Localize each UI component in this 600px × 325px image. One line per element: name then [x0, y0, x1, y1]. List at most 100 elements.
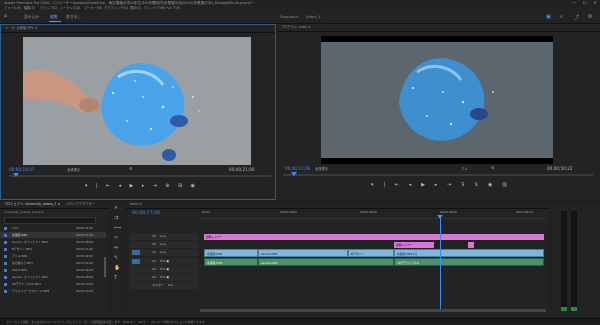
adjustment-layer-clip-2[interactable]: 調整レイヤー: [394, 242, 434, 248]
video-clip[interactable]: Ascent.MP4: [258, 249, 348, 257]
track-header-a3[interactable]: A3 M S ●: [130, 274, 198, 281]
source-transport: ▾ | ⇤ ◂ ▶ ▸ ⇥ ⊕ ⊞ ◉: [85, 183, 195, 191]
prog-step-back-icon[interactable]: ◂: [409, 182, 412, 190]
overwrite-icon[interactable]: ⊞: [178, 183, 182, 191]
list-item[interactable]: 3DCG.MP4 00;00;06;00: [0, 267, 106, 273]
video-tab[interactable]: Video_1: [306, 11, 321, 23]
track-header-master[interactable]: マスター 0.0: [130, 282, 198, 289]
program-quality-select[interactable]: フル: [461, 166, 468, 171]
list-item[interactable]: 水風船.MP4 00;00;21;00: [0, 232, 106, 238]
insert-icon[interactable]: ⊕: [165, 183, 169, 191]
go-to-in-icon[interactable]: ⇤: [106, 183, 110, 191]
track-header-v2[interactable]: V2 ⊟ ◎: [130, 241, 198, 248]
water-balloon-frame: [23, 37, 251, 165]
workspace-tab-export[interactable]: 書き出し: [66, 11, 81, 23]
selection-tool-icon[interactable]: ➤: [114, 205, 118, 211]
list-item[interactable]: Ascent...オブジェクト.MP4 00;00;08;00: [0, 239, 106, 245]
list-item[interactable]: アニメ.MP4 00;00;09;00: [0, 253, 106, 259]
prog-go-to-out-icon[interactable]: ⇥: [447, 182, 451, 190]
play-icon[interactable]: ▶: [130, 183, 134, 191]
adjustment-marker-clip[interactable]: [468, 242, 474, 248]
hand-tool-icon[interactable]: ✋: [114, 265, 120, 271]
mark-in-icon[interactable]: ▾: [85, 183, 88, 191]
video-clip[interactable]: Bデザイン: [348, 249, 394, 257]
prog-play-icon[interactable]: ▶: [421, 182, 425, 190]
track-header-a1[interactable]: A1 M S ●: [130, 258, 198, 265]
lift-icon[interactable]: ⊼: [461, 182, 465, 190]
timeline-timecode[interactable]: 00;00;17;06: [132, 211, 160, 216]
export-frame-icon[interactable]: ◉: [191, 183, 195, 191]
track-header-a2[interactable]: A2 M S ●: [130, 266, 198, 273]
prog-export-frame-icon[interactable]: ◉: [488, 182, 492, 190]
home-icon[interactable]: ⌂: [4, 13, 7, 19]
share-icon[interactable]: ⤴: [574, 14, 579, 21]
go-to-out-icon[interactable]: ⇥: [153, 183, 157, 191]
project-search-input[interactable]: [4, 217, 96, 224]
status-bar: クリックして選択、または空のスペースでクリックしてドラッグして選択範囲を指定しま…: [0, 318, 600, 324]
prog-mark-in-icon[interactable]: ▾: [371, 182, 374, 190]
notifications-icon[interactable]: ✉: [588, 14, 592, 20]
slip-tool-icon[interactable]: ⇹: [114, 245, 118, 251]
program-monitor-header: プログラム: main ≡: [277, 24, 600, 32]
sequence-tab[interactable]: Sequence: [280, 11, 299, 23]
workspace-bar: ⌂ 読み込み 編集 書き出し Sequence Video_1 ▣ ⌕ ⤴ ✉: [0, 11, 600, 24]
audio-clip[interactable]: Ascent.MP4: [258, 258, 394, 266]
workspace-tab-import[interactable]: 読み込み: [24, 11, 39, 23]
track-header-v1[interactable]: V1 ⊟ ◎: [130, 249, 198, 256]
audio-meter-right: [571, 211, 577, 311]
adjustment-layer-clip[interactable]: 調整レイヤー: [204, 234, 544, 240]
program-fit-select[interactable]: 全体表示: [315, 166, 329, 171]
track-header-v3[interactable]: V3 ⊟ ◎: [130, 233, 198, 240]
list-item[interactable]: 3DモデリングCG.MP4 00;00;10;00: [0, 281, 106, 287]
video-clip[interactable]: 水風船.MP4 [V]: [394, 249, 544, 257]
project-scrollbar[interactable]: [104, 257, 106, 277]
step-forward-icon[interactable]: ▸: [142, 183, 145, 191]
source-scrub-bar[interactable]: [9, 175, 271, 177]
media-browser-tab[interactable]: メディアブラウザー: [66, 201, 94, 208]
source-settings-icon[interactable]: ⚙: [129, 166, 133, 171]
tools-panel: ➤ ⇉ ⟺ ✂ ⇹ ✎ ✋ T: [111, 201, 125, 317]
program-current-timecode[interactable]: 00;00;17;06: [285, 166, 311, 171]
timeline-playhead[interactable]: [440, 218, 441, 310]
timeline-scrollbar[interactable]: [200, 309, 546, 312]
timeline-playhead-handle[interactable]: [437, 215, 443, 219]
timeline-panel: main ≡ 00;00;17;06 00;00 00;00;16;00 00;…: [126, 201, 550, 317]
list-item[interactable]: main 00;00;45;00: [0, 225, 106, 231]
pen-tool-icon[interactable]: ✎: [114, 255, 118, 261]
ripple-edit-icon[interactable]: ⟺: [114, 225, 121, 231]
prog-step-forward-icon[interactable]: ▸: [435, 182, 438, 190]
source-duration-timecode: 00;00;21;00: [229, 167, 255, 172]
program-settings-icon[interactable]: ⚙: [491, 165, 495, 170]
project-tab[interactable]: プロジェクト: university_videos_1 ≡: [4, 201, 60, 208]
track-select-icon[interactable]: ⇉: [114, 215, 118, 221]
mark-out-icon[interactable]: |: [96, 183, 98, 191]
extract-icon[interactable]: ⊻: [475, 182, 479, 190]
program-scrub-bar[interactable]: [283, 174, 593, 176]
source-video-frame[interactable]: [23, 37, 251, 165]
project-item-list: main 00;00;45;00 水風船.MP4 00;00;21;00 Ascen…: [0, 225, 106, 311]
prog-go-to-in-icon[interactable]: ⇤: [395, 182, 399, 190]
program-video-frame[interactable]: [321, 36, 553, 164]
list-item[interactable]: テキストワークスペース.MP4 00;00;03;00: [0, 288, 106, 294]
audio-meter-left-level: [561, 307, 567, 311]
program-playhead[interactable]: [291, 172, 297, 176]
type-tool-icon[interactable]: T: [114, 275, 117, 281]
compare-icon[interactable]: ▥: [502, 182, 507, 190]
prog-mark-out-icon[interactable]: |: [383, 182, 385, 190]
search-icon[interactable]: ⌕: [560, 14, 563, 20]
video-clip[interactable]: 水風船.MP4: [204, 249, 258, 257]
source-fit-select[interactable]: 全体表示: [67, 167, 81, 172]
list-item[interactable]: Ascent...オブジェクト.MP4 00;00;08;00: [0, 274, 106, 280]
list-item[interactable]: Bデザイン.MP4 00;00;11;00: [0, 246, 106, 252]
list-item[interactable]: 夏の終わり.MP4 00;00;04;00: [0, 260, 106, 266]
audio-clip[interactable]: 3DモデリングCG: [394, 258, 544, 266]
source-playhead[interactable]: [13, 173, 19, 177]
audio-clip[interactable]: 水風船.MP4: [204, 258, 258, 266]
timeline-ruler[interactable]: 00;00 00;00;16;00 00;00;32;00 00;00;48;0…: [200, 210, 546, 219]
timeline-tab[interactable]: main ≡: [126, 201, 550, 209]
source-current-timecode[interactable]: 00;00;18;07: [9, 167, 35, 172]
razor-tool-icon[interactable]: ✂: [114, 235, 118, 241]
program-transport: ▾ | ⇤ ◂ ▶ ▸ ⇥ ⊼ ⊻ ◉ ▥: [371, 182, 507, 190]
step-back-icon[interactable]: ◂: [119, 183, 122, 191]
workspace-icon[interactable]: ▣: [546, 14, 551, 20]
